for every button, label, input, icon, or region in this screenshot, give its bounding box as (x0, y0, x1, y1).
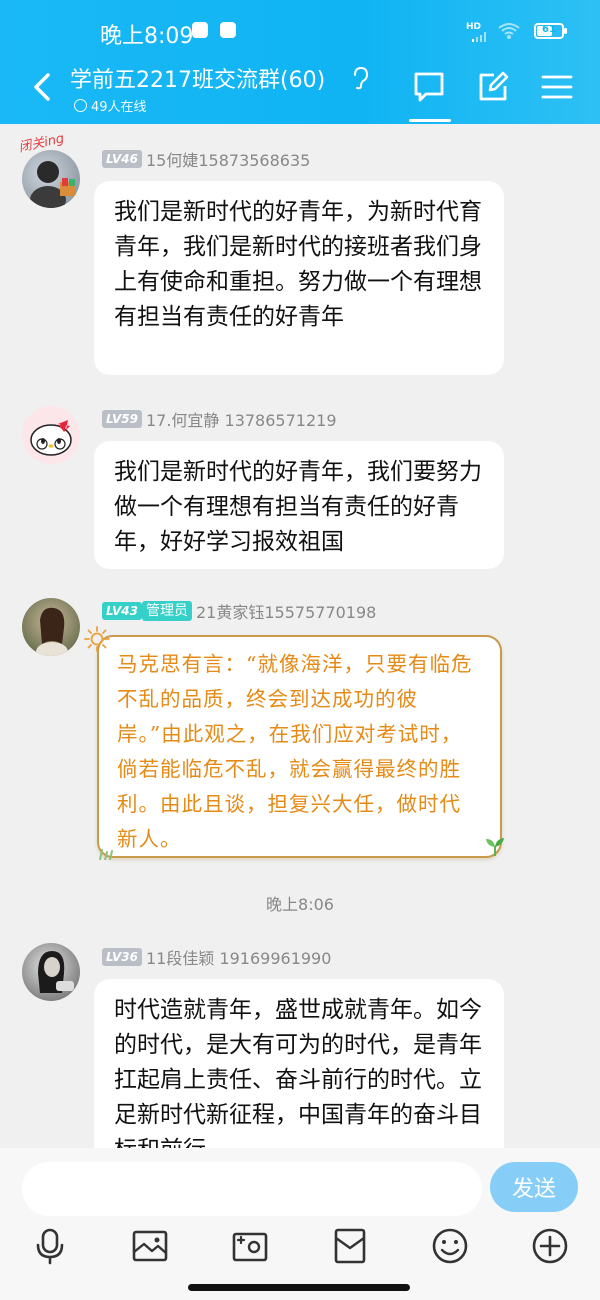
avatar-image (36, 607, 68, 656)
online-label: 49人在线 (91, 100, 147, 115)
send-button[interactable]: 发送 (490, 1162, 578, 1212)
network-badge: HD (466, 22, 482, 32)
status-time: 晚上8:09 (100, 24, 194, 49)
message-bubble[interactable]: 马克思有言：“就像海洋，只要有临危不乱的品质，终会到达成功的彼岸。”由此观之，在… (97, 635, 502, 858)
status-bar: 晚上8:09 HD 61 (0, 0, 600, 62)
message-bubble[interactable]: 我们是新时代的好青年，为新时代育青年，我们是新时代的接班者我们身上有使命和重担。… (94, 181, 504, 375)
sender-name[interactable]: 11段佳颖 19169961990 (146, 945, 331, 969)
message-timestamp: 晚上8:06 (266, 895, 334, 914)
red-packet-icon[interactable] (330, 1226, 370, 1266)
admin-badge: 管理员 (141, 601, 192, 621)
sender-info: LV59 17.何宜静 13786571219 (102, 407, 337, 431)
input-bar: 发送 (0, 1148, 600, 1300)
avatar-image (30, 161, 76, 208)
plus-icon[interactable] (530, 1226, 570, 1266)
avatar[interactable] (22, 150, 80, 208)
chat-icon[interactable] (412, 70, 446, 104)
sender-name[interactable]: 15何婕15873568635 (146, 147, 310, 171)
home-indicator (188, 1284, 410, 1291)
online-indicator-icon (74, 99, 87, 112)
level-badge: LV46 (102, 150, 142, 168)
message-bubble[interactable]: 时代造就青年，盛世成就青年。如今的时代，是大有可为的时代，是青年扛起肩上责任、奋… (94, 979, 504, 1148)
battery-icon: 61 (534, 23, 567, 39)
level-badge: LV36 (102, 948, 142, 966)
camera-icon[interactable] (230, 1226, 270, 1266)
tiktok-icon (220, 22, 236, 38)
grass-icon (99, 849, 113, 860)
avatar-image (30, 420, 72, 456)
level-badge: LV43 (102, 602, 142, 620)
image-icon[interactable] (130, 1226, 170, 1266)
sender-info: LV46 15何婕15873568635 (102, 147, 310, 171)
microphone-icon[interactable] (30, 1226, 70, 1266)
signal-icon (472, 32, 486, 42)
avatar[interactable] (22, 598, 80, 656)
sender-info: LV36 11段佳颖 19169961990 (102, 945, 331, 969)
online-count: 49人在线 (74, 96, 147, 115)
leaf-icon (486, 838, 504, 856)
battery-level: 61 (542, 24, 556, 35)
chat-header: 晚上8:09 HD 61 学前五2217班交流群(60) 49人在线 (0, 0, 600, 124)
emoji-icon[interactable] (430, 1226, 470, 1266)
sender-info: LV43 管理员 21黄家钰15575770198 (102, 599, 376, 623)
sender-name[interactable]: 17.何宜静 13786571219 (146, 407, 337, 431)
active-tab-indicator (409, 119, 451, 122)
menu-icon[interactable] (540, 70, 574, 104)
avatar[interactable] (22, 943, 80, 1001)
level-badge: LV59 (102, 410, 142, 428)
back-icon[interactable] (28, 72, 56, 102)
message-input[interactable] (22, 1162, 482, 1216)
edit-icon[interactable] (476, 70, 510, 104)
sender-name[interactable]: 21黄家钰15575770198 (196, 599, 376, 623)
wifi-icon (498, 23, 520, 39)
avatar-image (38, 951, 74, 993)
avatar[interactable] (22, 406, 80, 464)
message-bubble[interactable]: 我们是新时代的好青年，我们要努力做一个有理想有担当有责任的好青年，好好学习报效祖… (94, 441, 504, 569)
notification-icon (192, 22, 208, 38)
hearing-icon (354, 66, 369, 90)
sun-icon (84, 626, 110, 652)
group-title[interactable]: 学前五2217班交流群(60) (70, 62, 325, 94)
